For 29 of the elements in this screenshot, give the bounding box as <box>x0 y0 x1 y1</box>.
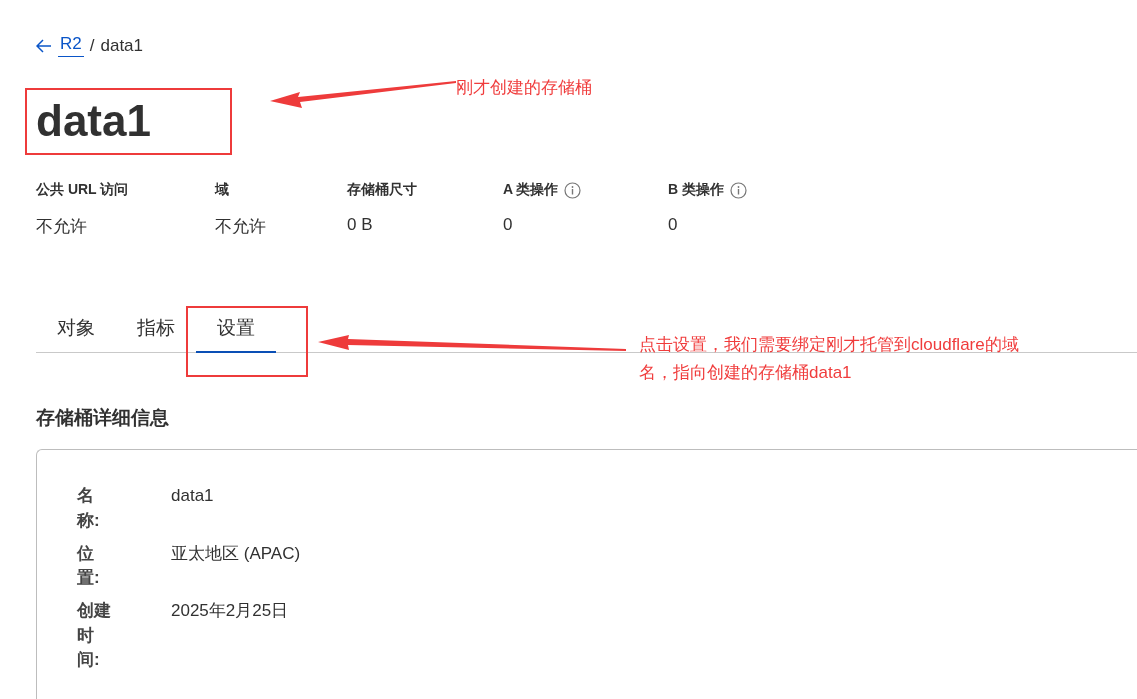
bucket-title: data1 <box>36 97 151 146</box>
stat-value: 不允许 <box>215 216 267 239</box>
tab[interactable]: 指标 <box>116 304 196 354</box>
breadcrumb-separator: / <box>89 35 95 56</box>
stat-value: 不允许 <box>36 216 88 239</box>
detail-value: 亚太地区 (APAC) <box>171 542 301 565</box>
stat-value: 0 <box>668 215 679 236</box>
detail-value: data1 <box>171 485 214 508</box>
detail-value: 2025年2月25日 <box>171 599 289 622</box>
stat-label: 存储桶尺寸 <box>347 181 417 200</box>
info-icon[interactable] <box>730 181 747 199</box>
annotation-text: 刚才创建的存储桶 <box>456 77 592 99</box>
stat-label: B 类操作 <box>668 181 724 200</box>
annotation-text: 点击设置，我们需要绑定刚才托管到cloudflare的域名，指向创建的存储桶data1 <box>639 334 1020 384</box>
breadcrumb-current: data1 <box>100 35 143 56</box>
section-title: 存储桶详细信息 <box>36 406 170 431</box>
detail-label: 位置: <box>77 542 101 590</box>
stat-label: 公共 URL 访问 <box>36 181 129 200</box>
tab[interactable]: 对象 <box>36 304 116 354</box>
back-link[interactable]: R2 <box>36 34 84 57</box>
stat-label: A 类操作 <box>503 181 559 200</box>
stat-label: 域 <box>215 181 229 200</box>
detail-label: 名称: <box>77 485 101 533</box>
stat-value: 0 B <box>347 215 374 236</box>
tab[interactable]: 设置 <box>196 304 276 354</box>
back-arrow-icon <box>36 38 52 53</box>
detail-label: 创建时间: <box>77 599 112 672</box>
stat-value: 0 <box>503 215 514 236</box>
info-icon[interactable] <box>564 181 582 199</box>
